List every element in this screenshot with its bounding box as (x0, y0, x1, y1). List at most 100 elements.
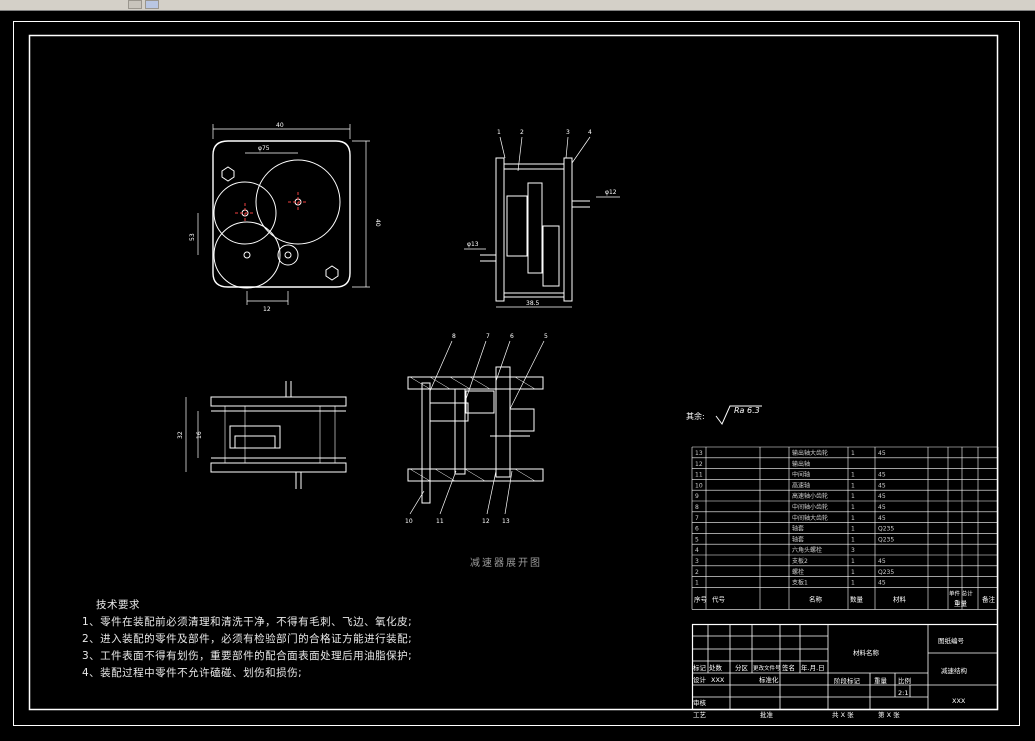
parts-row-qty: 1 (851, 472, 855, 479)
balloon-3: 3 (566, 129, 570, 136)
section-gear-middle (465, 390, 495, 414)
parts-row-qty: 1 (851, 515, 855, 522)
parts-header-code: 代号 (712, 594, 726, 603)
balloon-6: 6 (510, 333, 514, 340)
parts-header-unit-total: 单件 总计 (949, 589, 973, 597)
tb-design-value: XXX (711, 676, 725, 684)
parts-row-name: 输出轴大齿轮 (792, 449, 828, 457)
tb-review-label: 审核 (693, 698, 707, 707)
top-view (185, 381, 347, 489)
parts-row-material: Q235 (878, 526, 894, 533)
parts-row-no: 2 (695, 569, 699, 576)
dim-dia-75: φ75 (258, 145, 270, 152)
parts-row-material: 45 (878, 493, 886, 500)
parts-row-qty: 1 (851, 536, 855, 543)
parts-header-no: 序号 (694, 594, 708, 603)
tb-date-label: 年.月.日 (801, 663, 825, 672)
surface-finish-symbol: 其余: Ra 6.3 (686, 405, 762, 425)
parts-row-qty: 1 (851, 569, 855, 576)
section-shaft-middle (454, 388, 466, 475)
tb-sign-label: 签名 (782, 663, 795, 672)
shaft-hole-3 (243, 251, 251, 259)
parts-row-no: 4 (695, 547, 699, 554)
parts-row-no: 12 (695, 461, 703, 468)
side-gear-block-1 (506, 195, 528, 257)
parts-row-no: 6 (695, 526, 699, 533)
tb-count-label: 处数 (709, 663, 723, 672)
parts-row-no: 7 (695, 515, 699, 522)
parts-row-name: 高速轴小齿轮 (792, 492, 828, 500)
balloon-5: 5 (544, 333, 548, 340)
parts-row-no: 8 (695, 504, 699, 511)
shaft-hole-4 (284, 251, 292, 259)
tb-stage-label: 阶段标记 (834, 676, 861, 685)
dim-16: 16 (196, 431, 203, 439)
parts-row-material: Q235 (878, 569, 894, 576)
side-plate-right (563, 157, 573, 302)
section-shaft-large (495, 366, 511, 478)
toolbar-3d-view-icon[interactable] (145, 0, 159, 9)
dim-38-5: 38.5 (526, 300, 540, 307)
parts-row-no: 13 (695, 450, 703, 457)
side-gear-block-2 (527, 182, 543, 274)
parts-header-qty: 数量 (850, 594, 864, 603)
parts-header-material: 材料 (893, 594, 907, 603)
parts-row-name: 中间轴 (792, 471, 810, 479)
parts-row-name: 轴套 (792, 535, 804, 543)
parts-row-name: 中间轴大齿轮 (792, 514, 828, 522)
technical-requirement-3: 3、工件表面不得有划伤，重要部件的配合面表面处理后用油脂保护; (82, 650, 413, 662)
tb-std-label: 标准化 (759, 675, 779, 684)
parts-row-material: 45 (878, 450, 886, 457)
tb-process-label: 工艺 (693, 711, 707, 719)
top-view-plate-lower (210, 462, 347, 473)
toolbar-pencil-icon[interactable] (128, 0, 142, 9)
parts-row-qty: 1 (851, 526, 855, 533)
parts-row-no: 11 (695, 472, 703, 479)
section-gear-left (429, 402, 469, 422)
tb-weight-label: 重量 (874, 677, 888, 685)
parts-row-name: 支板1 (792, 579, 808, 587)
balloon-8: 8 (452, 333, 456, 340)
parts-row-name: 输出轴 (792, 460, 810, 468)
tb-zone-label: 分区 (735, 663, 749, 672)
balloon-2: 2 (520, 129, 524, 136)
tb-scale-value: 2:1 (898, 689, 908, 697)
side-view (464, 136, 620, 308)
parts-row-material: 45 (878, 504, 886, 511)
parts-row-material: 45 (878, 472, 886, 479)
parts-row-qty: 1 (851, 580, 855, 587)
dim-height-40: 40 (374, 219, 381, 227)
balloon-4: 4 (588, 129, 592, 136)
section-view (407, 340, 545, 515)
gear-circle-small (277, 244, 299, 266)
parts-row-material: 45 (878, 558, 886, 565)
dim-dia-13: φ13 (467, 241, 479, 248)
technical-requirements-title: 技术要求 (96, 599, 140, 611)
parts-row-qty: 1 (851, 558, 855, 565)
parts-row-no: 1 (695, 580, 699, 587)
drawing-caption: 减速器展开图 (470, 557, 542, 569)
parts-row-qty: 3 (851, 547, 855, 554)
bolt-hex-top (221, 166, 235, 182)
parts-row-name: 轴套 (792, 525, 804, 533)
tb-drawing-name: 减速结构 (941, 666, 968, 675)
balloon-7: 7 (486, 333, 490, 340)
side-gear-block-3 (542, 225, 560, 287)
parts-header-remark: 备注 (982, 594, 996, 603)
balloon-13: 13 (502, 518, 510, 525)
parts-row-no: 3 (695, 558, 699, 565)
parts-list-table: 13 输出轴大齿轮 1 4512 输出轴11 中间轴 1 4510 高速轴 1 459 高速轴小齿轮 1… (691, 446, 999, 610)
balloon-1: 1 (497, 129, 501, 136)
tb-drawing-no-label: 图纸编号 (938, 636, 965, 645)
section-gear-right (509, 408, 535, 432)
tb-material-name: 材料名称 (853, 648, 880, 657)
parts-row-qty: 1 (851, 493, 855, 500)
section-plate-lower (407, 468, 544, 482)
side-plate-left (495, 157, 505, 302)
top-view-plate-upper (210, 396, 347, 407)
parts-row-name: 支板2 (792, 557, 808, 565)
surface-finish-value: Ra 6.3 (734, 406, 760, 415)
technical-requirements: 技术要求 1、零件在装配前必须清理和清洗干净，不得有毛刺、飞边、氧化皮; 2、进… (82, 597, 412, 682)
parts-row-material: 45 (878, 580, 886, 587)
parts-row-no: 10 (695, 482, 703, 489)
